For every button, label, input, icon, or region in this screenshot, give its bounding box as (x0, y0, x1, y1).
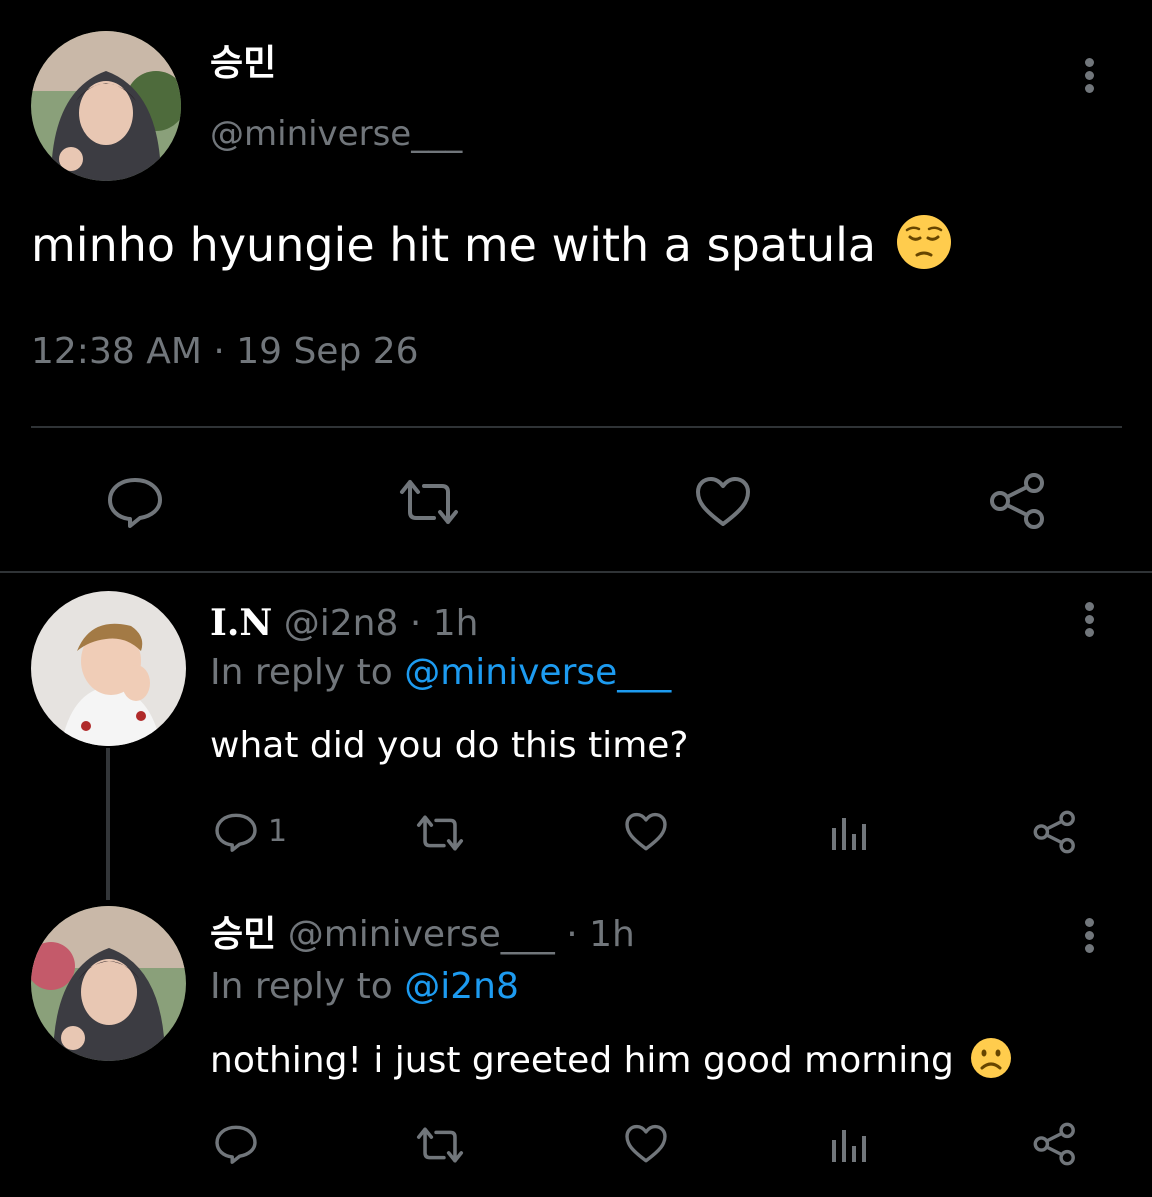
like-icon[interactable] (694, 476, 752, 528)
retweet-icon[interactable] (396, 478, 462, 526)
relative-time[interactable]: · 1h (566, 914, 635, 955)
reply-header: 승민 @miniverse___ · 1h (210, 912, 635, 958)
more-options-icon[interactable] (1081, 918, 1097, 957)
reply-to-link[interactable]: @miniverse___ (404, 652, 671, 693)
more-options-icon[interactable] (1081, 602, 1097, 641)
reply-context: In reply to @miniverse___ (210, 650, 671, 696)
avatar[interactable] (31, 591, 186, 746)
like-icon[interactable] (624, 1124, 668, 1164)
like-icon[interactable] (624, 812, 668, 852)
display-name[interactable]: I.N (210, 602, 272, 644)
frowning-face-icon (969, 1036, 1013, 1093)
avatar[interactable] (31, 31, 181, 181)
handle[interactable]: @miniverse___ (210, 112, 462, 156)
avatar[interactable] (31, 906, 186, 1061)
handle[interactable]: @miniverse___ (288, 914, 555, 955)
retweet-icon[interactable] (414, 1126, 466, 1164)
share-icon[interactable] (1032, 810, 1078, 854)
timestamp[interactable]: 12:38 AM · 19 Sep 26 (31, 330, 419, 374)
reply-to-link[interactable]: @i2n8 (404, 966, 519, 1007)
relative-time[interactable]: · 1h (410, 603, 479, 644)
display-name[interactable]: 승민 (210, 914, 276, 955)
reply-prefix: In reply to (210, 966, 405, 1007)
more-options-icon[interactable] (1081, 58, 1097, 97)
tweet-text: minho hyungie hit me with a spatula (31, 213, 953, 285)
section-divider (0, 571, 1152, 573)
thread-line (106, 748, 110, 900)
share-icon[interactable] (1032, 1122, 1078, 1166)
reply-icon[interactable] (106, 476, 164, 528)
reply-prefix: In reply to (210, 652, 405, 693)
reply-text: nothing! i just greeted him good morning (210, 1036, 1013, 1093)
analytics-icon[interactable] (830, 1126, 870, 1164)
reply-header: I.N @i2n8 · 1h (210, 600, 478, 647)
reply-text-body: nothing! i just greeted him good morning (210, 1040, 954, 1081)
reply-icon[interactable] (214, 812, 258, 852)
reply-text: what did you do this time? (210, 725, 689, 766)
reply-context: In reply to @i2n8 (210, 964, 519, 1010)
divider (31, 426, 1122, 428)
retweet-icon[interactable] (414, 814, 466, 852)
handle[interactable]: @i2n8 (284, 603, 399, 644)
reply-count: 1 (268, 814, 288, 849)
share-icon[interactable] (988, 472, 1048, 530)
tweet-text-body: minho hyungie hit me with a spatula (31, 218, 877, 272)
display-name[interactable]: 승민 (210, 42, 276, 86)
analytics-icon[interactable] (830, 814, 870, 852)
pensive-face-icon (895, 213, 953, 285)
reply-icon[interactable] (214, 1124, 258, 1164)
